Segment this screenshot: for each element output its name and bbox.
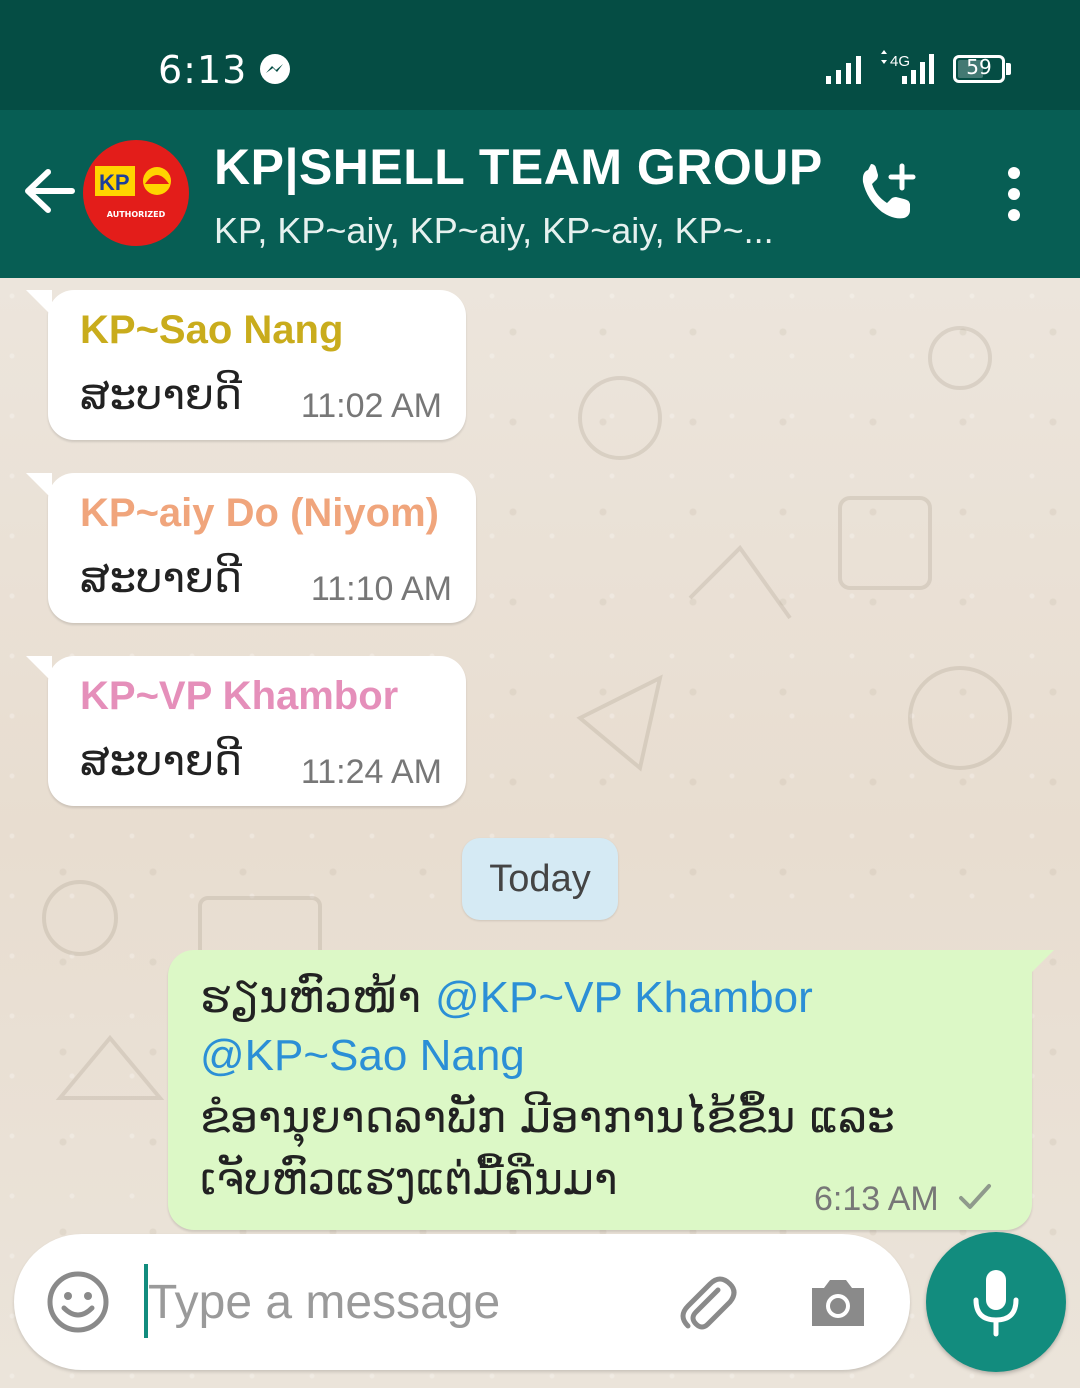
network-label: 4G [890,53,910,70]
mobile-data-icon: 4G [881,50,934,84]
message-time: 11:10 AM [310,570,452,608]
status-bar: 6:13 4G 59 [0,0,1080,110]
message-sender: KP~Sao Nang [80,308,344,352]
signal-strength-icon [826,56,861,84]
message-text: ສະບາຍດີ [80,736,242,785]
battery-level: 59 [966,55,992,79]
message-text: ສະບາຍດີ [80,370,242,419]
chat-header: KP AUTHORIZED KP|SHELL TEAM GROUP KP, KP… [0,110,1080,278]
more-options-icon[interactable] [1000,166,1028,222]
message-sender: KP~VP Khambor [80,674,399,718]
outgoing-line-3: ຂໍອານຸຍາດລາພັກ ມີອາການໄຂ້ຂຶ້ນ ແລະ [200,1092,895,1143]
date-divider: Today [462,838,618,920]
message-time: 11:02 AM [300,387,442,425]
group-avatar[interactable]: KP AUTHORIZED [83,140,189,246]
messenger-icon [260,54,290,84]
microphone-icon [973,1270,1019,1337]
outgoing-line-1: ຮຽນຫົວໜ້າ @KP~VP Khambor [200,972,813,1023]
outgoing-line-2: @KP~Sao Nang [200,1030,525,1081]
attach-icon[interactable] [674,1270,738,1334]
avatar-text: KP [99,170,130,195]
outgoing-line-4: ເຈັບຫົວແຮງແຕ່ມື້ຄືນມາ [200,1154,618,1205]
emoji-icon[interactable] [46,1270,110,1334]
message-text: ສະບາຍດີ [80,553,242,602]
message-sender: KP~aiy Do (Niyom) [80,491,439,535]
message-input[interactable] [148,1260,628,1344]
status-time: 6:13 [158,48,248,92]
group-logo: KP [95,166,171,196]
back-arrow-icon[interactable] [22,164,76,218]
incoming-message-bubble[interactable]: KP~VP Khambor ສະບາຍດີ 11:24 AM [26,656,466,806]
wallpaper-doodles [576,326,1012,772]
battery-icon: 59 [953,55,1005,83]
voice-record-button[interactable] [926,1232,1066,1372]
battery-tip [1006,63,1011,75]
outgoing-text-prefix: ຮຽນຫົວໜ້າ [200,972,436,1023]
outgoing-message-bubble[interactable]: ຮຽນຫົວໜ້າ @KP~VP Khambor @KP~Sao Nang ຂໍ… [168,950,1054,1230]
mention-link[interactable]: @KP~VP Khambor [435,973,813,1022]
message-composer [14,1234,910,1370]
group-members[interactable]: KP, KP~aiy, KP~aiy, KP~aiy, KP~... [214,210,774,252]
incoming-message-bubble[interactable]: KP~Sao Nang ສະບາຍດີ 11:02 AM [26,290,466,440]
incoming-message-bubble[interactable]: KP~aiy Do (Niyom) ສະບາຍດີ 11:10 AM [26,473,476,623]
chat-area[interactable]: KP~Sao Nang ສະບາຍດີ 11:02 AM KP~aiy Do (… [0,278,1080,1388]
avatar-caption: AUTHORIZED [106,210,166,219]
mention-link[interactable]: @KP~Sao Nang [200,1031,525,1080]
message-time: 6:13 AM [814,1180,939,1218]
sent-check-icon [959,1184,991,1209]
camera-icon[interactable] [806,1270,870,1334]
add-call-icon[interactable] [858,162,920,224]
message-time: 11:24 AM [300,753,442,791]
group-title[interactable]: KP|SHELL TEAM GROUP [214,138,823,196]
